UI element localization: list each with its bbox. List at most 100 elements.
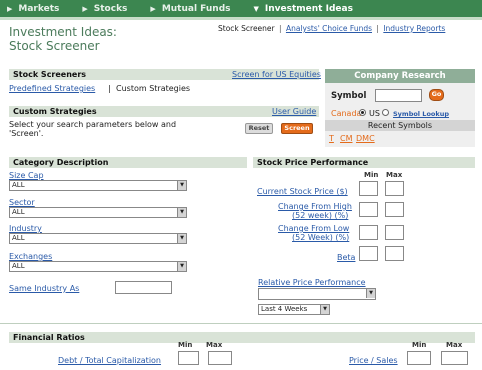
recent-symbols-header: Recent Symbols	[325, 120, 475, 131]
current-price-max-input[interactable]	[385, 181, 404, 196]
exchanges-select[interactable]: ALL ▼	[9, 261, 187, 272]
nav-label: Markets	[18, 3, 60, 14]
top-nav: ▶ Markets ▶ Stocks ▶ Mutual Funds ▼ Investme…	[0, 0, 482, 17]
chevron-down-icon: ▼	[177, 262, 186, 271]
chevron-down-icon: ▼	[177, 234, 186, 243]
recent-symbol-dmc[interactable]: DMC	[356, 134, 375, 143]
current-price-min-input[interactable]	[359, 181, 378, 196]
section-title: Stock Price Performance	[257, 158, 369, 167]
canada-label: Canada	[331, 109, 362, 118]
stock-price-performance-header: Stock Price Performance	[253, 157, 475, 168]
company-research-header: Company Research	[325, 69, 475, 83]
triangle-right-icon: ▶	[7, 4, 13, 13]
financial-ratios-header: Financial Ratios	[9, 332, 475, 343]
beta-min-input[interactable]	[359, 246, 378, 261]
current-page-label: Stock Screener	[218, 24, 275, 33]
chevron-down-icon: ▼	[177, 181, 186, 190]
change-from-low-link[interactable]: Change From Low	[278, 224, 349, 233]
relative-price-performance-link[interactable]: Relative Price Performance	[258, 278, 366, 287]
separator: |	[108, 84, 111, 93]
separator: |	[279, 24, 282, 33]
beta-link[interactable]: Beta	[337, 253, 355, 262]
min-label: Min	[364, 171, 379, 179]
nav-investment-ideas[interactable]: ▼ Investment Ideas	[247, 0, 359, 17]
sector-select[interactable]: ALL ▼	[9, 207, 187, 218]
period-select[interactable]: Last 4 Weeks ▼	[258, 304, 330, 315]
nav-label: Mutual Funds	[161, 3, 231, 14]
size-cap-link[interactable]: Size Cap	[9, 171, 44, 180]
page-title: Investment Ideas: Stock Screener	[9, 25, 169, 53]
exchanges-link[interactable]: Exchanges	[9, 252, 52, 261]
beta-max-input[interactable]	[385, 246, 404, 261]
separator: |	[376, 24, 379, 33]
debt-max-input[interactable]	[208, 351, 232, 365]
change-high-min-input[interactable]	[359, 202, 378, 217]
nav-label: Stocks	[93, 3, 128, 14]
debt-min-input[interactable]	[178, 351, 199, 365]
max-label: Max	[446, 341, 463, 349]
chevron-down-icon: ▼	[177, 208, 186, 217]
debt-total-cap-link[interactable]: Debt / Total Capitalization	[58, 356, 161, 365]
select-value: Last 4 Weeks	[261, 305, 308, 313]
custom-strategies-label: Custom Strategies	[116, 84, 191, 93]
symbol-lookup-link[interactable]: Symbol Lookup	[393, 110, 449, 118]
max-label: Max	[386, 171, 403, 179]
industry-link[interactable]: Industry	[9, 224, 42, 233]
predefined-strategies-link[interactable]: Predefined Strategies	[9, 84, 95, 93]
us-label: US	[369, 109, 380, 118]
industry-select[interactable]: ALL ▼	[9, 233, 187, 244]
category-description-header: Category Description	[9, 157, 247, 168]
industry-reports-link[interactable]: Industry Reports	[383, 24, 445, 33]
nav-stocks[interactable]: ▶ Stocks	[75, 0, 133, 17]
section-title: Category Description	[13, 158, 109, 167]
section-divider	[0, 323, 482, 324]
triangle-right-icon: ▶	[150, 4, 156, 13]
max-label: Max	[206, 341, 223, 349]
chevron-down-icon: ▼	[366, 289, 375, 298]
section-title: Financial Ratios	[13, 333, 85, 342]
change-from-low-period[interactable]: (52 Week) (%)	[292, 233, 349, 242]
change-high-max-input[interactable]	[385, 202, 404, 217]
instructions-text: Select your search parameters below and …	[9, 120, 177, 138]
size-cap-select[interactable]: ALL ▼	[9, 180, 187, 191]
title-line-2: Stock Screener	[9, 39, 100, 53]
go-button[interactable]: Go	[429, 89, 444, 101]
change-low-max-input[interactable]	[385, 225, 404, 240]
select-value: ALL	[12, 181, 25, 189]
title-line-1: Investment Ideas:	[9, 25, 117, 39]
change-low-min-input[interactable]	[359, 225, 378, 240]
select-value: ALL	[12, 262, 25, 270]
relative-performance-select[interactable]: ▼	[258, 288, 376, 300]
symbol-input[interactable]	[375, 89, 422, 102]
price-sales-min-input[interactable]	[407, 351, 431, 365]
screen-button[interactable]: Screen	[281, 123, 313, 134]
us-radio[interactable]	[382, 109, 389, 116]
change-from-high-period[interactable]: (52 week) (%)	[292, 211, 348, 220]
analysts-choice-link[interactable]: Analysts' Choice Funds	[286, 24, 372, 33]
price-sales-link[interactable]: Price / Sales	[349, 356, 398, 365]
same-industry-link[interactable]: Same Industry As	[9, 284, 79, 293]
symbol-label: Symbol	[331, 91, 367, 101]
reset-button[interactable]: Reset	[245, 123, 273, 134]
triangle-down-icon: ▼	[253, 4, 259, 13]
sector-link[interactable]: Sector	[9, 198, 35, 207]
chevron-down-icon: ▼	[320, 305, 329, 314]
min-label: Min	[412, 341, 427, 349]
screen-us-equities-link[interactable]: Screen for US Equities	[232, 70, 321, 79]
nav-mutual-funds[interactable]: ▶ Mutual Funds	[143, 0, 236, 17]
change-from-high-link[interactable]: Change From High	[278, 202, 352, 211]
same-industry-input[interactable]	[115, 281, 172, 294]
price-sales-max-input[interactable]	[441, 351, 468, 365]
recent-symbol-cm[interactable]: CM	[340, 134, 353, 143]
min-label: Min	[178, 341, 193, 349]
user-guide-link[interactable]: User Guide	[272, 107, 316, 116]
triangle-right-icon: ▶	[82, 4, 88, 13]
top-links: Stock Screener | Analysts' Choice Funds …	[218, 24, 445, 33]
section-title: Stock Screeners	[13, 70, 87, 79]
nav-markets[interactable]: ▶ Markets	[0, 0, 65, 17]
current-stock-price-link[interactable]: Current Stock Price ($)	[257, 187, 348, 196]
nav-label: Investment Ideas	[264, 3, 353, 14]
recent-symbol-t[interactable]: T	[329, 134, 334, 143]
canada-radio[interactable]	[359, 109, 366, 116]
select-value: ALL	[12, 208, 25, 216]
